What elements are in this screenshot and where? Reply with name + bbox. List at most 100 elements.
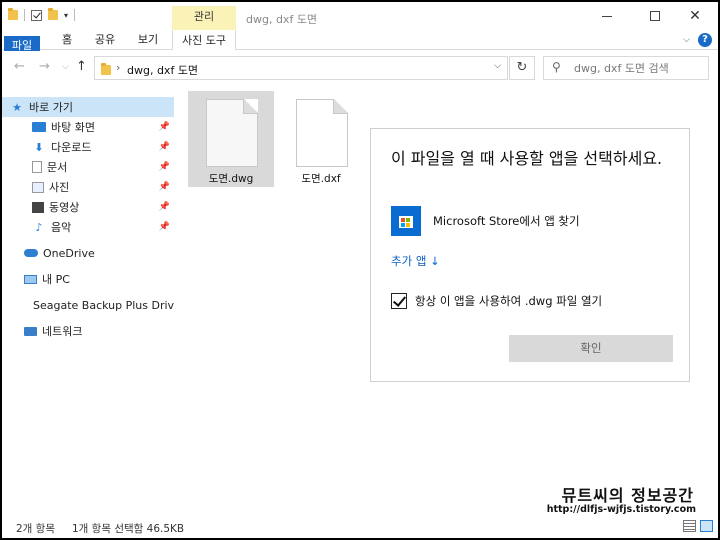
file-item-dwg[interactable]: 도면.dwg [188,91,274,187]
music-icon: ♪ [35,220,43,234]
breadcrumb[interactable]: dwg, dxf 도면 [127,62,198,78]
pin-icon: 📌 [158,182,170,192]
qat-divider [74,9,76,21]
file-explorer-window: ▾ 관리 dwg, dxf 도면 ✕ 파일 홈 공유 보기 사진 도구 ⌵ ? … [2,2,718,538]
search-box[interactable]: ⚲ [543,56,709,80]
sidebar-item-network[interactable]: 네트워크 [2,321,174,341]
search-input[interactable] [574,60,704,76]
microsoft-store-icon [391,206,421,236]
minimize-icon [602,15,612,17]
quick-access-toolbar: ▾ [8,8,76,21]
always-use-option[interactable]: 항상 이 앱을 사용하여 .dwg 파일 열기 [391,293,602,309]
sidebar-item-downloads[interactable]: ⬇ 다운로드 📌 [2,137,174,157]
navigation-pane: ★ 바로 가기 바탕 화면 📌 ⬇ 다운로드 📌 문서 📌 사진 📌 동영상 📌 [2,85,174,515]
title-bar: ▾ 관리 dwg, dxf 도면 ✕ [2,2,718,30]
search-icon: ⚲ [552,60,561,74]
open-with-dialog: 이 파일을 열 때 사용할 앱을 선택하세요. Microsoft Store에… [370,128,690,382]
recent-locations-icon[interactable]: ⌵ [62,62,69,72]
close-icon: ✕ [689,8,701,24]
file-name: 도면.dwg [208,173,254,185]
address-dropdown-icon[interactable]: ⌵ [494,61,501,71]
sidebar-item-label: 사진 [49,181,70,194]
sidebar-item-label: 다운로드 [51,141,92,154]
navigation-bar: ← → ⌵ ↑ › dwg, dxf 도면 ⌵ ↻ ⚲ [2,51,718,85]
sidebar-item-seagate-drive[interactable]: Seagate Backup Plus Drive (E [2,295,174,315]
sidebar-item-quick-access[interactable]: ★ 바로 가기 [2,97,174,117]
folder-icon [101,63,111,75]
item-count: 2개 항목 [16,523,55,535]
sidebar-item-label: 문서 [47,161,68,174]
qat-divider [24,9,25,21]
tab-manage[interactable]: 관리 [172,6,236,30]
pc-icon [24,274,37,284]
sidebar-item-onedrive[interactable]: OneDrive [2,243,174,263]
watermark-url: http://dlfjs-wjfjs.tistory.com [546,504,696,515]
sidebar-item-label: 바탕 화면 [51,121,95,134]
minimize-button[interactable] [584,2,630,30]
customize-qat-icon[interactable]: ▾ [64,11,68,20]
details-view-icon[interactable] [683,520,696,532]
maximize-icon [650,11,660,21]
sidebar-item-documents[interactable]: 문서 📌 [2,157,174,177]
dialog-title: 이 파일을 열 때 사용할 앱을 선택하세요. [391,149,663,168]
sidebar-item-label: OneDrive [43,246,95,260]
sidebar-item-pictures[interactable]: 사진 📌 [2,177,174,197]
sidebar-item-label: 음악 [51,221,72,234]
expand-ribbon-icon[interactable]: ⌵ [683,35,690,45]
cloud-icon [24,249,38,257]
sidebar-item-desktop[interactable]: 바탕 화면 📌 [2,117,174,137]
pin-icon: 📌 [158,222,170,232]
address-bar[interactable]: › dwg, dxf 도면 ⌵ [94,56,508,80]
up-icon[interactable]: ↑ [76,59,87,74]
refresh-button[interactable]: ↻ [509,56,535,80]
sidebar-item-label: 바로 가기 [29,101,73,114]
tab-home[interactable]: 홈 [58,30,76,50]
file-name: 도면.dxf [301,173,341,185]
download-icon: ⬇ [34,140,44,154]
properties-icon[interactable] [31,9,42,21]
new-folder-icon[interactable] [48,8,58,20]
pin-icon: 📌 [158,122,170,132]
close-button[interactable]: ✕ [672,2,718,30]
network-icon [24,326,37,336]
pin-icon: 📌 [158,202,170,212]
watermark-title: 뮤트씨의 정보공간 [561,486,694,505]
sidebar-item-this-pc[interactable]: 내 PC [2,269,174,289]
window-title: dwg, dxf 도면 [246,13,318,26]
store-option-label: Microsoft Store에서 앱 찾기 [433,214,580,228]
tab-share[interactable]: 공유 [92,30,118,50]
star-icon: ★ [12,100,22,114]
sidebar-item-music[interactable]: ♪ 음악 📌 [2,217,174,237]
pin-icon: 📌 [158,142,170,152]
back-icon[interactable]: ← [14,59,25,74]
ok-button[interactable]: 확인 [509,335,673,362]
sidebar-item-label: 네트워크 [42,325,83,338]
sidebar-item-label: 내 PC [42,273,70,286]
video-icon [32,201,44,213]
document-icon [32,161,42,173]
sidebar-item-label: 동영상 [49,201,80,214]
ribbon-tabs: 파일 홈 공유 보기 사진 도구 ⌵ ? [2,30,718,132]
breadcrumb-chevron-icon[interactable]: › [116,61,120,74]
status-bar: 2개 항목 1개 항목 선택함 46.5KB [2,516,718,538]
microsoft-store-option[interactable]: Microsoft Store에서 앱 찾기 [391,206,580,236]
file-item-dxf[interactable]: 도면.dxf [278,91,364,187]
tab-view[interactable]: 보기 [135,30,161,50]
always-use-checkbox[interactable] [391,293,407,309]
tab-picture-tools[interactable]: 사진 도구 [172,30,236,50]
always-use-label: 항상 이 앱을 사용하여 .dwg 파일 열기 [415,294,603,308]
more-apps-link[interactable]: 추가 앱 ↓ [391,253,440,269]
help-icon[interactable]: ? [698,33,712,47]
refresh-icon: ↻ [516,60,528,75]
selection-info: 1개 항목 선택함 46.5KB [72,523,185,535]
picture-icon [32,181,44,193]
file-icon [206,99,258,167]
pin-icon: 📌 [158,162,170,172]
large-icons-view-icon[interactable] [700,520,713,532]
file-icon [296,99,348,167]
sidebar-item-label: Seagate Backup Plus Drive (E [33,298,174,312]
forward-icon[interactable]: → [39,59,50,74]
sidebar-item-videos[interactable]: 동영상 📌 [2,197,174,217]
folder-icon [8,8,18,20]
ribbon-controls: ⌵ ? [683,33,712,47]
